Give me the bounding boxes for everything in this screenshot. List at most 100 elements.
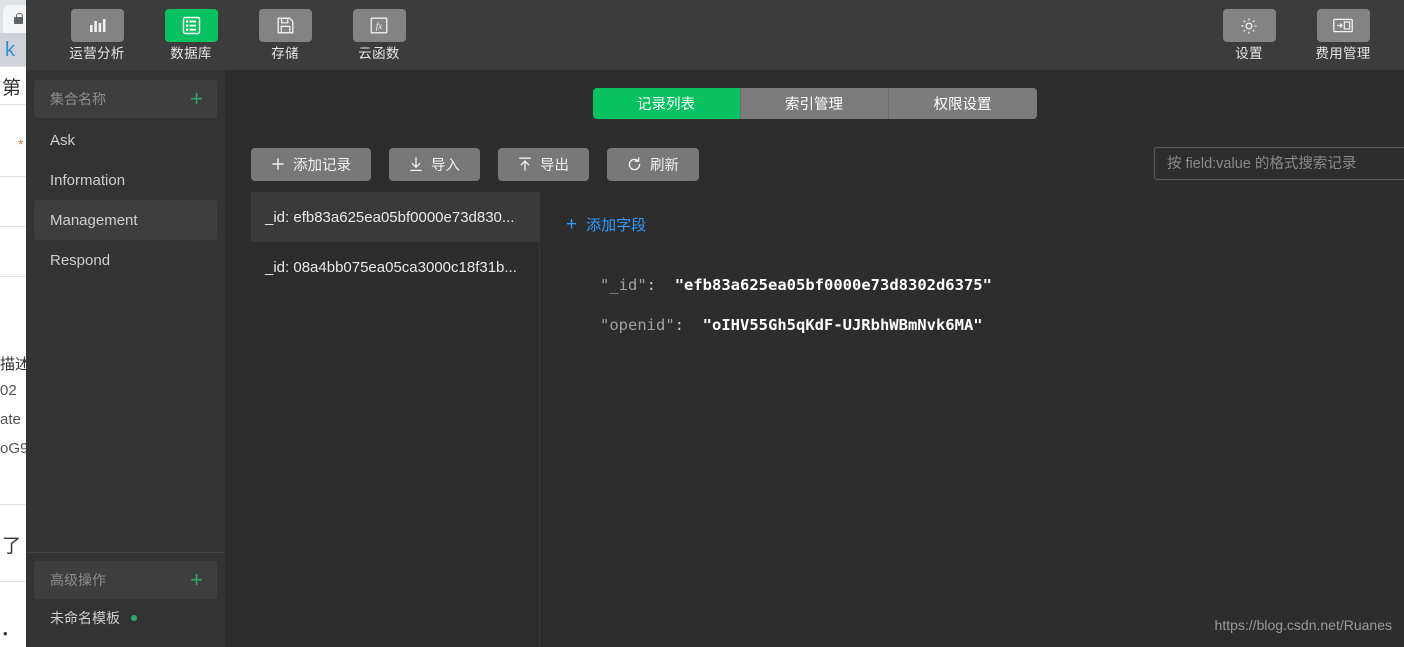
bar-chart-icon [89, 19, 105, 33]
json-key: "_id" [600, 276, 647, 294]
sidebar-item-label: Ask [50, 131, 76, 149]
export-button[interactable]: 导出 [498, 147, 589, 181]
main-content: 记录列表 索引管理 权限设置 添加记录 导入 导出 刷新 按 field:val… [225, 70, 1404, 647]
background-browser-window: k 第 * 描述 02 ate oG9 了 • • [0, 0, 26, 647]
advanced-header-label: 高级操作 [50, 572, 106, 588]
tab-index-management[interactable]: 索引管理 [740, 87, 889, 119]
advanced-section: 高级操作 + 未命名模板 [26, 552, 225, 647]
tabs-row: 记录列表 索引管理 权限设置 [225, 70, 1404, 136]
import-label: 导入 [431, 157, 460, 174]
add-collection-plus-icon[interactable]: + [190, 88, 203, 110]
background-text-fragment: 第 [2, 78, 22, 99]
background-page-content: 第 * 描述 02 ate oG9 了 • • [0, 66, 26, 647]
nav-label-settings: 设置 [1235, 46, 1263, 62]
nav-label-operations-analytics: 运营分析 [69, 46, 125, 62]
nav-item-cloud-functions[interactable]: fx 云函数 [332, 9, 426, 61]
json-value[interactable]: "oIHV55Gh5qKdF-UJRbhWBmNvk6MA" [703, 316, 983, 334]
refresh-button[interactable]: 刷新 [607, 147, 699, 181]
record-json-view: "_id": "efb83a625ea05bf0000e73d8302d6375… [566, 265, 1404, 345]
add-field-label: 添加字段 [586, 217, 647, 234]
sidebar-divider [26, 552, 225, 553]
nav-label-billing: 费用管理 [1315, 46, 1371, 62]
background-browser-tab[interactable] [3, 5, 26, 33]
record-detail-panel: + 添加字段 "_id": "efb83a625ea05bf0000e73d83… [540, 192, 1404, 647]
tab-record-list[interactable]: 记录列表 [592, 87, 741, 119]
sidebar-item-label: Information [50, 171, 126, 189]
database-rows-icon [182, 17, 200, 35]
record-item-label: _id: efb83a625ea05bf0000e73d830... [265, 208, 515, 226]
floppy-disk-icon [277, 17, 293, 34]
nav-label-database: 数据库 [170, 46, 212, 62]
bar-chart-icon-tile [70, 9, 124, 43]
background-site-logo: k [5, 38, 15, 61]
background-text-fragment: • [3, 626, 8, 641]
billing-card-icon-tile [1316, 9, 1370, 43]
background-text-fragment: 描述 [0, 356, 26, 373]
collections-list: Ask Information Management Respond [26, 118, 225, 280]
refresh-icon [627, 156, 642, 172]
json-value[interactable]: "efb83a625ea05bf0000e73d8302d6375" [675, 276, 992, 294]
nav-item-billing[interactable]: 费用管理 [1296, 9, 1390, 61]
status-dot-icon [131, 615, 137, 621]
tab-label: 权限设置 [933, 96, 992, 113]
upload-arrow-icon [518, 157, 532, 172]
nav-label-cloud-functions: 云函数 [358, 46, 400, 62]
record-list-item[interactable]: _id: 08a4bb075ea05ca3000c18f31b... [251, 242, 539, 292]
json-key: "openid" [600, 316, 675, 334]
fx-function-icon-tile: fx [352, 9, 406, 43]
json-field-row: "_id": "efb83a625ea05bf0000e73d8302d6375… [600, 265, 1404, 305]
record-list-item[interactable]: _id: efb83a625ea05bf0000e73d830... [251, 192, 539, 242]
nav-item-database[interactable]: 数据库 [144, 9, 238, 61]
json-colon: : [674, 316, 684, 334]
background-text-fragment: ate [0, 411, 21, 428]
sidebar-item-label: Management [50, 211, 138, 229]
nav-item-storage[interactable]: 存储 [238, 9, 332, 61]
top-nav-right-group: 设置 费用管理 [1202, 9, 1390, 61]
background-text-fragment: * [18, 136, 24, 152]
tab-label: 记录列表 [637, 96, 695, 113]
add-record-label: 添加记录 [293, 157, 351, 174]
lock-icon [13, 13, 23, 24]
top-nav-left-group: 运营分析 数据库 存储 fx 云函数 [50, 9, 426, 61]
background-text-fragment: 了 [2, 536, 22, 557]
plus-icon: + [566, 214, 578, 235]
record-list: _id: efb83a625ea05bf0000e73d830... _id: … [251, 192, 540, 647]
export-label: 导出 [540, 157, 569, 174]
background-text-fragment: 02 [0, 382, 17, 399]
nav-item-operations-analytics[interactable]: 运营分析 [50, 9, 144, 61]
nav-label-storage: 存储 [271, 46, 299, 62]
sidebar-item-respond[interactable]: Respond [34, 240, 217, 280]
sidebar-item-label: Respond [50, 251, 111, 269]
json-colon: : [646, 276, 657, 294]
add-template-plus-icon[interactable]: + [190, 569, 203, 591]
billing-card-icon [1333, 19, 1353, 33]
sidebar-item-management[interactable]: Management [34, 200, 217, 240]
fx-function-icon: fx [370, 17, 388, 34]
advanced-header: 高级操作 + [34, 561, 217, 599]
refresh-label: 刷新 [650, 157, 679, 174]
cloud-database-console: 运营分析 数据库 存储 fx 云函数 设置 费用管理 集合名称 + Ask In… [26, 0, 1404, 647]
app-body: 集合名称 + Ask Information Management Respon… [26, 70, 1404, 647]
import-button[interactable]: 导入 [389, 147, 480, 181]
record-item-label: _id: 08a4bb075ea05ca3000c18f31b... [265, 258, 517, 276]
search-input[interactable] [1154, 147, 1404, 180]
records-toolbar: 添加记录 导入 导出 刷新 按 field:value 的格式搜索记录 [225, 136, 1404, 192]
add-field-button[interactable]: + 添加字段 [566, 214, 646, 235]
template-item-label: 未命名模板 [50, 610, 120, 626]
json-field-row: "openid": "oIHV55Gh5qKdF-UJRbhWBmNvk6MA" [600, 305, 1404, 345]
sidebar-item-unnamed-template[interactable]: 未命名模板 [34, 599, 217, 637]
background-text-fragment: oG9 [0, 440, 26, 457]
gear-icon-tile [1222, 9, 1276, 43]
background-browser-urlbar[interactable]: k [0, 33, 26, 66]
collections-sidebar: 集合名称 + Ask Information Management Respon… [26, 70, 225, 647]
sidebar-item-ask[interactable]: Ask [34, 120, 217, 160]
content-panes: _id: efb83a625ea05bf0000e73d830... _id: … [225, 192, 1404, 647]
add-record-button[interactable]: 添加记录 [251, 147, 371, 181]
download-arrow-icon [409, 156, 423, 172]
sidebar-item-information[interactable]: Information [34, 160, 217, 200]
top-navigation-bar: 运营分析 数据库 存储 fx 云函数 设置 费用管理 [26, 0, 1404, 70]
tab-permission-settings[interactable]: 权限设置 [888, 87, 1037, 119]
plus-icon [271, 157, 285, 171]
nav-item-settings[interactable]: 设置 [1202, 9, 1296, 61]
